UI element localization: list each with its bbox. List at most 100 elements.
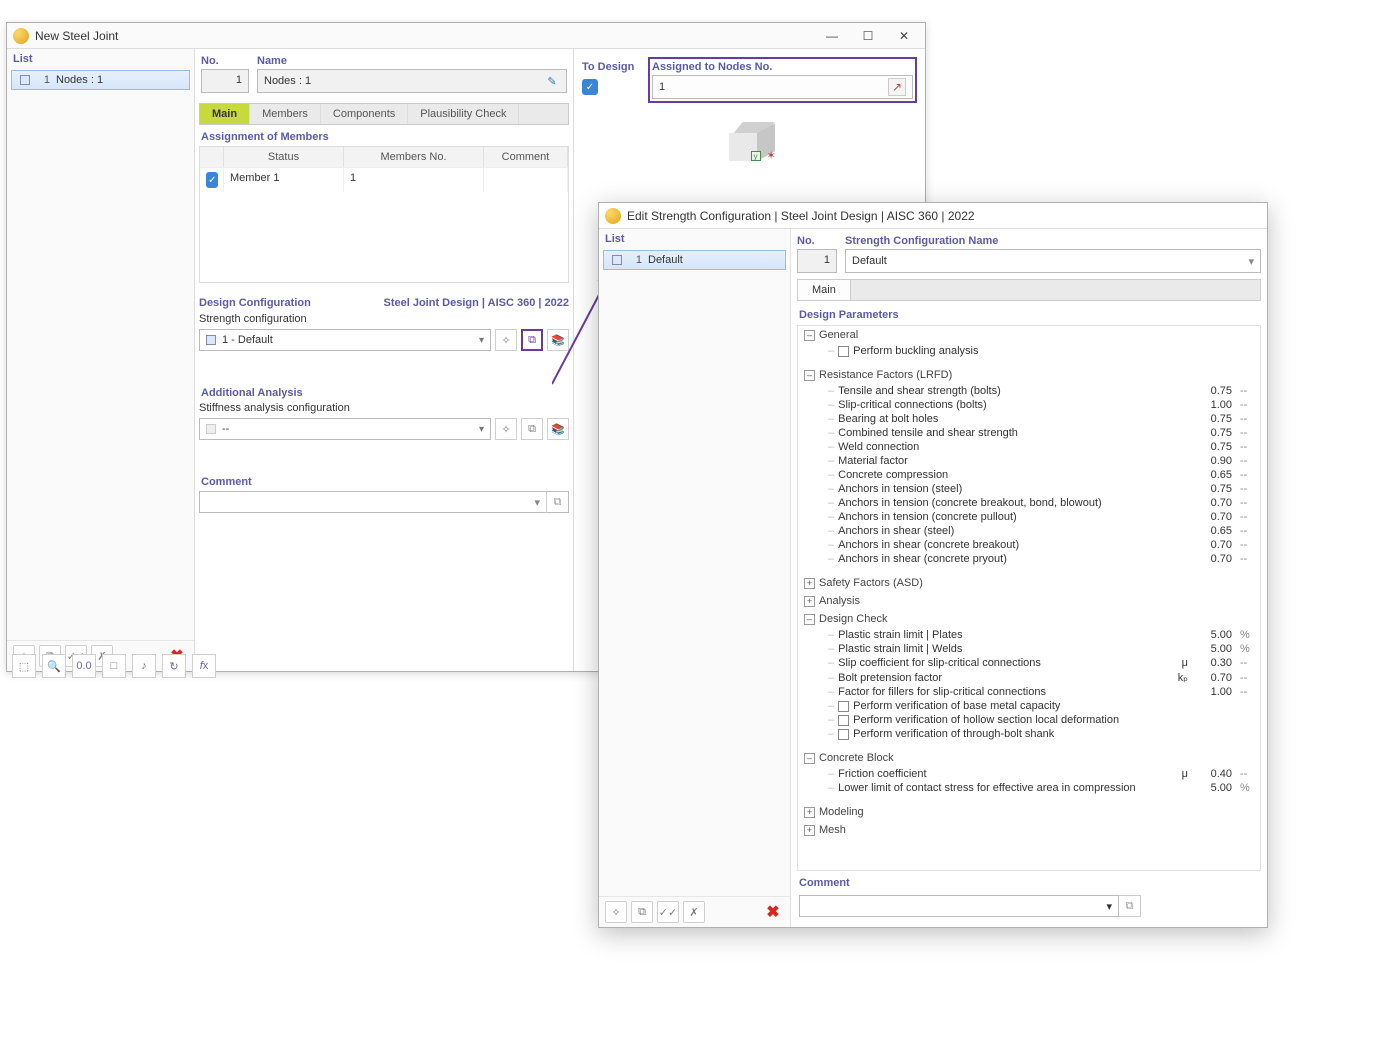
- list-item-label: Nodes : 1: [56, 74, 103, 86]
- tool-refresh-icon[interactable]: ↻: [162, 654, 186, 678]
- param-checkbox[interactable]: [838, 715, 849, 726]
- w2-check-all-icon[interactable]: ✓✓: [657, 901, 679, 923]
- w2-left-panel: List 1 Default ✧ ⧉ ✓✓ ✗ ✖: [599, 229, 791, 927]
- expand-icon[interactable]: +: [804, 578, 815, 589]
- strength-edit-icon[interactable]: ⧉: [521, 329, 543, 351]
- expand-icon[interactable]: –: [804, 614, 815, 625]
- tree-item[interactable]: –Concrete compression0.65--: [798, 468, 1260, 482]
- group-concrete-block[interactable]: –Concrete Block: [798, 749, 1260, 767]
- tree-item[interactable]: –Anchors in tension (concrete breakout, …: [798, 496, 1260, 510]
- expand-icon[interactable]: –: [804, 753, 815, 764]
- tree-item[interactable]: –Slip-critical connections (bolts)1.00--: [798, 398, 1260, 412]
- name-field[interactable]: Nodes : 1 ✎: [257, 69, 567, 93]
- expand-icon[interactable]: +: [804, 825, 815, 836]
- param-checkbox[interactable]: [838, 729, 849, 740]
- tab-plausibility[interactable]: Plausibility Check: [408, 104, 519, 124]
- tree-item[interactable]: –Friction coefficientμ0.40--: [798, 767, 1260, 781]
- expand-icon[interactable]: +: [804, 596, 815, 607]
- tree-item[interactable]: –Anchors in shear (concrete breakout)0.7…: [798, 538, 1260, 552]
- strength-new-icon[interactable]: ✧: [495, 329, 517, 351]
- w2-name-dropdown[interactable]: Default ▾: [845, 249, 1261, 273]
- w2-tab-main[interactable]: Main: [798, 280, 851, 300]
- group-resistance-factors[interactable]: –Resistance Factors (LRFD): [798, 366, 1260, 384]
- group-mesh[interactable]: +Mesh: [798, 821, 1260, 839]
- tree-item[interactable]: –Perform buckling analysis: [798, 344, 1260, 358]
- tree-item[interactable]: –Perform verification of through-bolt sh…: [798, 727, 1260, 741]
- tree-item[interactable]: –Bolt pretension factorkₚ0.70--: [798, 670, 1260, 685]
- group-modeling[interactable]: +Modeling: [798, 803, 1260, 821]
- tree-item[interactable]: –Weld connection0.75--: [798, 440, 1260, 454]
- tree-item[interactable]: –Material factor0.90--: [798, 454, 1260, 468]
- tab-main[interactable]: Main: [200, 104, 250, 124]
- minimize-button[interactable]: —: [817, 26, 847, 46]
- expand-icon[interactable]: –: [804, 330, 815, 341]
- group-design-check[interactable]: –Design Check: [798, 610, 1260, 628]
- w2-comment-header: Comment: [799, 877, 1259, 891]
- tree-item[interactable]: –Plastic strain limit | Welds5.00%: [798, 642, 1260, 656]
- tree-item[interactable]: –Anchors in shear (steel)0.65--: [798, 524, 1260, 538]
- w2-delete-item-icon[interactable]: ✖: [762, 901, 784, 923]
- tool-script-icon[interactable]: ♪: [132, 654, 156, 678]
- tree-item[interactable]: –Bearing at bolt holes0.75--: [798, 412, 1260, 426]
- stiffness-library-icon[interactable]: 📚: [547, 418, 569, 440]
- no-field[interactable]: 1: [201, 69, 249, 93]
- tab-components[interactable]: Components: [321, 104, 408, 124]
- w2-list-item-label: Default: [648, 254, 683, 266]
- tree-item[interactable]: –Slip coefficient for slip-critical conn…: [798, 656, 1260, 670]
- comment-input[interactable]: ▾ ⧉: [199, 491, 569, 513]
- group-general[interactable]: –General: [798, 326, 1260, 344]
- w2-new-item-icon[interactable]: ✧: [605, 901, 627, 923]
- strength-config-dropdown[interactable]: 1 - Default ▾: [199, 329, 491, 351]
- w2-list-item-default[interactable]: 1 Default: [603, 250, 786, 270]
- expand-icon[interactable]: –: [804, 370, 815, 381]
- tree-item[interactable]: –Combined tensile and shear strength0.75…: [798, 426, 1260, 440]
- titlebar-w2[interactable]: Edit Strength Configuration | Steel Join…: [599, 203, 1267, 229]
- w2-copy-item-icon[interactable]: ⧉: [631, 901, 653, 923]
- param-checkbox[interactable]: [838, 701, 849, 712]
- tool-nodes-icon[interactable]: ⬚: [12, 654, 36, 678]
- tree-item[interactable]: –Anchors in shear (concrete pryout)0.70-…: [798, 552, 1260, 566]
- design-parameters-tree[interactable]: –General–Perform buckling analysis –Resis…: [797, 325, 1261, 871]
- stiffness-edit-icon[interactable]: ⧉: [521, 418, 543, 440]
- tree-item[interactable]: –Perform verification of base metal capa…: [798, 699, 1260, 713]
- member-row-checkbox[interactable]: ✓: [206, 172, 218, 188]
- tree-item[interactable]: –Anchors in tension (concrete pullout)0.…: [798, 510, 1260, 524]
- assigned-nodes-field[interactable]: 1 ↗: [652, 75, 913, 99]
- list-item-nodes[interactable]: 1 Nodes : 1: [11, 70, 190, 90]
- tab-members[interactable]: Members: [250, 104, 321, 124]
- strength-library-icon[interactable]: 📚: [547, 329, 569, 351]
- group-safety-factors[interactable]: +Safety Factors (ASD): [798, 574, 1260, 592]
- tool-filter-icon[interactable]: □: [102, 654, 126, 678]
- expand-icon[interactable]: +: [804, 807, 815, 818]
- titlebar-w1[interactable]: New Steel Joint — ☐ ✕: [7, 23, 925, 49]
- w2-comment-copy-icon[interactable]: ⧉: [1119, 895, 1141, 917]
- stiffness-new-icon[interactable]: ✧: [495, 418, 517, 440]
- stiffness-config-dropdown[interactable]: -- ▾: [199, 418, 491, 440]
- w2-uncheck-all-icon[interactable]: ✗: [683, 901, 705, 923]
- group-analysis[interactable]: +Analysis: [798, 592, 1260, 610]
- w2-comment-input[interactable]: ▾: [799, 895, 1119, 917]
- close-button[interactable]: ✕: [889, 26, 919, 46]
- name-value: Nodes : 1: [264, 75, 311, 87]
- tree-item[interactable]: –Lower limit of contact stress for effec…: [798, 781, 1260, 795]
- tree-item[interactable]: –Perform verification of hollow section …: [798, 713, 1260, 727]
- w2-no-field[interactable]: 1: [797, 249, 837, 273]
- tree-item[interactable]: –Tensile and shear strength (bolts)0.75-…: [798, 384, 1260, 398]
- members-row-1[interactable]: ✓ Member 1 1: [200, 167, 568, 192]
- tree-item[interactable]: –Plastic strain limit | Plates5.00%: [798, 628, 1260, 642]
- tree-item[interactable]: –Anchors in tension (steel)0.75--: [798, 482, 1260, 496]
- tree-item[interactable]: –Factor for fillers for slip-critical co…: [798, 685, 1260, 699]
- param-checkbox[interactable]: [838, 346, 849, 357]
- pick-nodes-icon[interactable]: ↗: [888, 78, 906, 96]
- tool-units-icon[interactable]: 0.0: [72, 654, 96, 678]
- axis-y-icon: y: [751, 151, 761, 161]
- center-tabs: Main Members Components Plausibility Che…: [199, 103, 569, 125]
- window-title: New Steel Joint: [35, 29, 118, 43]
- tool-zoom-icon[interactable]: 🔍: [42, 654, 66, 678]
- comment-copy-icon[interactable]: ⧉: [546, 491, 568, 513]
- tool-fx-icon[interactable]: fx: [192, 654, 216, 678]
- to-design-checkbox[interactable]: ✓: [582, 79, 598, 95]
- edit-name-icon[interactable]: ✎: [544, 73, 560, 89]
- strength-swatch-icon: [206, 335, 216, 345]
- maximize-button[interactable]: ☐: [853, 26, 883, 46]
